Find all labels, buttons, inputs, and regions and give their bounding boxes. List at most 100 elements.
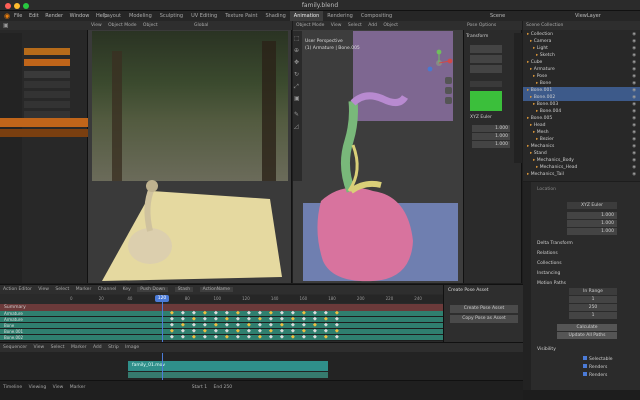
transform-tool-icon[interactable]: ▣ — [294, 95, 300, 102]
keyframe[interactable]: ◆ — [247, 334, 251, 340]
left-panel-item-1[interactable] — [24, 71, 70, 78]
blender-logo-icon[interactable]: ◉ — [4, 12, 10, 20]
viewport-menu-select[interactable]: Select — [348, 23, 362, 28]
select-tool-icon[interactable]: ⬚ — [294, 35, 300, 42]
tab-shading[interactable]: Shading — [261, 11, 289, 21]
tab-compositing[interactable]: Compositing — [357, 11, 396, 21]
channel-row[interactable]: Bone.002 ◆ ◆ ◆ ◆ ◆ ◆ ◆ ◆ ◆ ◆ ◆ ◆ ◆ ◆ ◆ ◆ — [0, 334, 443, 341]
visibility-eye-icon[interactable]: ◉ — [632, 108, 636, 115]
visibility-eye-icon[interactable]: ◉ — [632, 164, 636, 171]
status-view[interactable]: View — [53, 385, 64, 390]
outliner-row[interactable]: ▸ Armature ◉ — [523, 66, 640, 73]
create-pose-asset-button[interactable]: Create Pose Asset — [450, 305, 518, 313]
visibility-eye-icon[interactable]: ◉ — [632, 59, 636, 66]
current-frame-indicator[interactable]: 120 — [155, 295, 169, 302]
action-menu-select[interactable]: Select — [55, 287, 69, 292]
stash-button[interactable]: Stash — [174, 287, 194, 292]
orange-timeline-strip[interactable] — [0, 118, 88, 127]
frame-range-start-field[interactable]: 1 — [569, 296, 617, 303]
prop-value-2[interactable]: 1.000 — [567, 220, 617, 227]
camera-view-icon[interactable] — [445, 97, 452, 104]
tab-sculpting[interactable]: Sculpting — [156, 11, 187, 21]
outliner-row[interactable]: ▸ Bone ◉ — [523, 80, 640, 87]
visibility-eye-icon[interactable]: ◉ — [632, 66, 636, 73]
outliner-row[interactable]: ▸ Bone.005 ◉ — [523, 115, 640, 122]
visibility-eye-icon[interactable]: ◉ — [632, 136, 636, 143]
visibility-eye-icon[interactable]: ◉ — [632, 143, 636, 150]
prop-location[interactable]: Location — [533, 186, 633, 193]
n-panel-value-1[interactable]: 1.000 — [472, 125, 510, 132]
status-timeline[interactable]: Timeline — [3, 385, 22, 390]
keyframe[interactable]: ◆ — [324, 334, 328, 340]
prop-mode-field[interactable]: XYZ Euler — [567, 202, 617, 209]
prop-value-1[interactable]: 1.000 — [567, 212, 617, 219]
video-strip[interactable]: family_01.mov — [128, 361, 328, 371]
viewport-mode-select[interactable]: Object Mode — [296, 23, 324, 28]
visibility-eye-icon[interactable]: ◉ — [632, 38, 636, 45]
zoom-view-icon[interactable] — [445, 77, 452, 84]
n-panel-field-3[interactable] — [470, 65, 502, 73]
outliner-row[interactable]: ▸ Light ◉ — [523, 45, 640, 52]
menu-render[interactable]: Render — [45, 11, 63, 21]
keyframe[interactable]: ◆ — [236, 334, 240, 340]
outliner-row[interactable]: ▸ Bone.003 ◉ — [523, 101, 640, 108]
keyframe[interactable]: ◆ — [269, 334, 273, 340]
keyframe[interactable]: ◆ — [302, 334, 306, 340]
status-viewing[interactable]: Viewing — [29, 385, 47, 390]
seq-menu-image[interactable]: Image — [125, 345, 139, 350]
rotate-tool-icon[interactable]: ↻ — [294, 71, 299, 78]
visibility-eye-icon[interactable]: ◉ — [632, 171, 636, 178]
left-panel-item-3[interactable] — [24, 91, 70, 98]
outliner-row[interactable]: ▸ Mechanics_Head ◉ — [523, 164, 640, 171]
outliner-row[interactable]: ▸ Bezier ◉ — [523, 136, 640, 143]
left-panel-item-4[interactable] — [24, 101, 70, 108]
viewport-menu-add[interactable]: Add — [368, 23, 377, 28]
pan-view-icon[interactable] — [445, 87, 452, 94]
left-panel-item-2[interactable] — [24, 81, 70, 88]
visibility-eye-icon[interactable]: ◉ — [632, 87, 636, 94]
properties-tab-strip[interactable] — [523, 182, 531, 390]
keyframe[interactable]: ◆ — [280, 334, 284, 340]
sequencer-mode[interactable]: Sequencer — [3, 345, 27, 350]
keyframe[interactable]: ◆ — [258, 334, 262, 340]
keyframe[interactable]: ◆ — [192, 334, 196, 340]
n-panel-tab-strip[interactable] — [514, 33, 522, 163]
audio-strip[interactable] — [128, 372, 328, 378]
prop-collections[interactable]: Collections — [533, 260, 633, 267]
check-renders[interactable]: Renders — [579, 364, 633, 371]
playhead[interactable] — [162, 295, 163, 343]
n-panel-field-2[interactable] — [470, 55, 502, 63]
visibility-eye-icon[interactable]: ◉ — [632, 157, 636, 164]
calculate-button[interactable]: Calculate — [557, 324, 617, 331]
seq-menu-select[interactable]: Select — [51, 345, 65, 350]
orange-selected-row[interactable] — [24, 48, 70, 55]
outliner-row[interactable]: ▸ Mesh ◉ — [523, 129, 640, 136]
main-3d-viewport[interactable]: Object Mode View Select Add Object ⬚ ⊕ ✥… — [293, 21, 464, 283]
prop-delta-transform[interactable]: Delta Transform — [533, 240, 633, 247]
keyframe[interactable]: ◆ — [181, 334, 185, 340]
status-marker[interactable]: Marker — [70, 385, 86, 390]
update-all-paths-button[interactable]: Update All Paths — [557, 332, 617, 339]
annotate-tool-icon[interactable]: ✎ — [294, 111, 299, 118]
active-green-button[interactable] — [470, 91, 502, 111]
menu-file[interactable]: File — [14, 11, 22, 21]
summary-row[interactable]: Summary — [0, 304, 443, 311]
seq-menu-marker[interactable]: Marker — [71, 345, 87, 350]
n-panel-header[interactable]: Pose Options — [464, 21, 522, 30]
visibility-eye-icon[interactable]: ◉ — [632, 45, 636, 52]
action-menu-marker[interactable]: Marker — [76, 287, 92, 292]
seq-menu-view[interactable]: View — [33, 345, 44, 350]
outliner-row[interactable]: ▸ Bone.001 ◉ — [523, 87, 640, 94]
outliner-row[interactable]: ▸ Bone.004 ◉ — [523, 108, 640, 115]
keyframe[interactable]: ◆ — [214, 334, 218, 340]
visibility-eye-icon[interactable]: ◉ — [632, 52, 636, 59]
cursor-tool-icon[interactable]: ⊕ — [294, 47, 299, 54]
tab-animation[interactable]: Animation — [289, 11, 324, 21]
action-menu-key[interactable]: Key — [123, 287, 131, 292]
outliner-row[interactable]: ▸ Pose ◉ — [523, 73, 640, 80]
visibility-eye-icon[interactable]: ◉ — [632, 150, 636, 157]
check-selectable[interactable]: Selectable — [579, 356, 633, 363]
outliner-row[interactable]: ▸ Stand ◉ — [523, 150, 640, 157]
keyframe[interactable]: ◆ — [313, 334, 317, 340]
n-panel-value-2[interactable]: 1.000 — [472, 133, 510, 140]
